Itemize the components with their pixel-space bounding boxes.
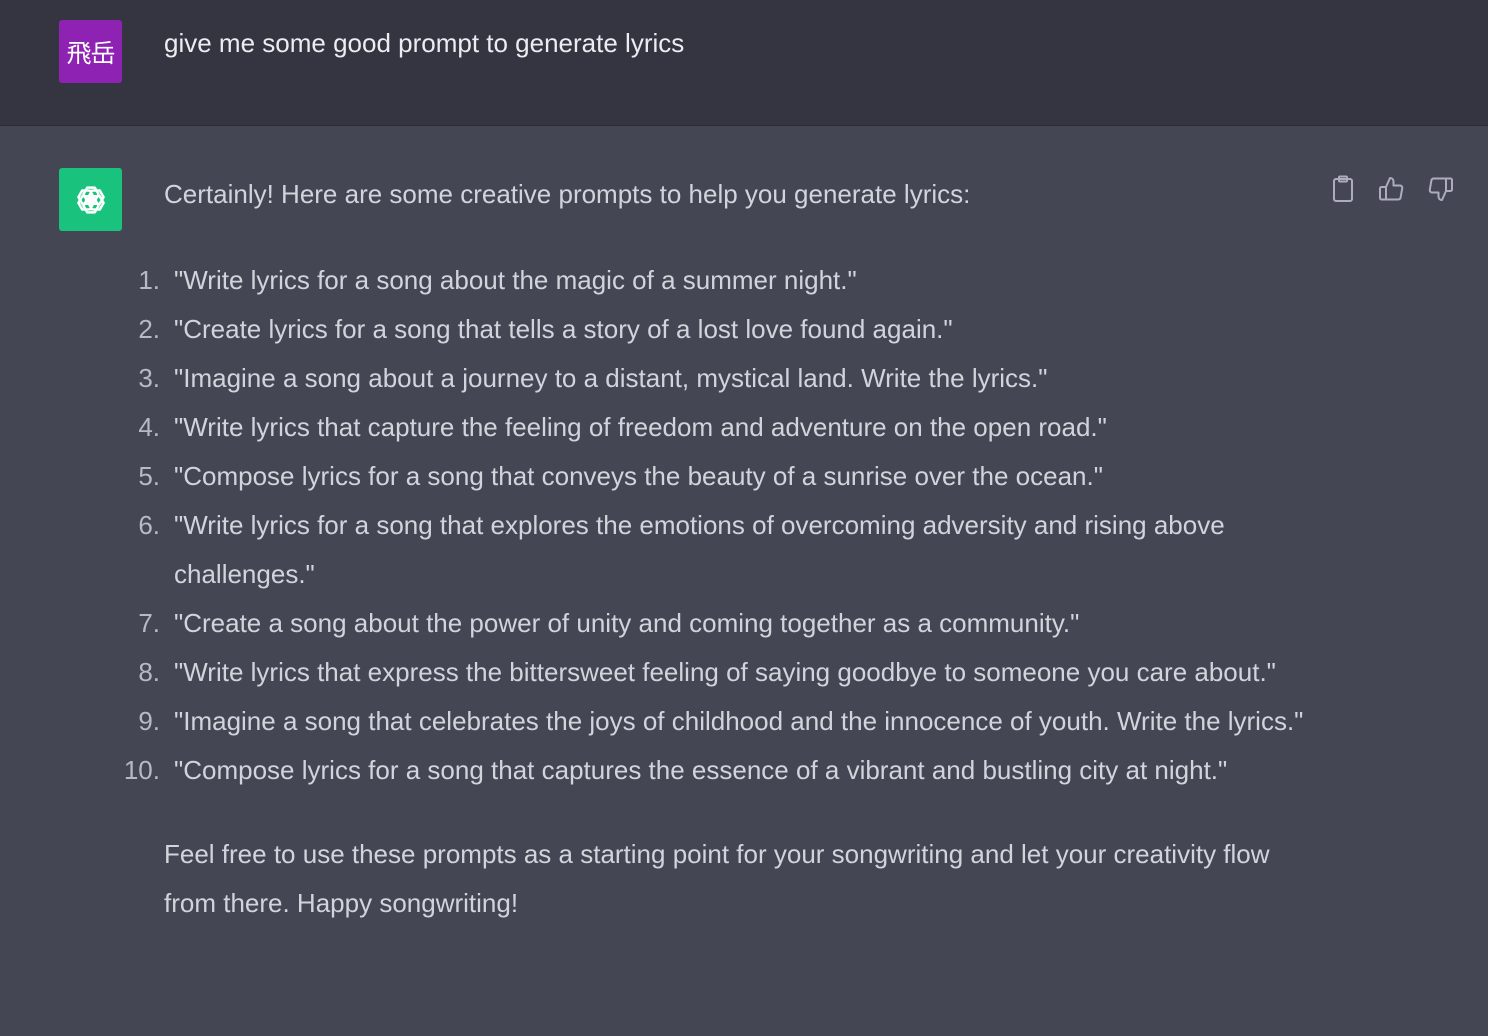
list-item-number: 1.	[138, 265, 160, 295]
message-actions	[1329, 174, 1454, 204]
prompt-list: 1. "Write lyrics for a song about the mag…	[124, 256, 1324, 795]
list-item: 8. "Write lyrics that express the bitters…	[138, 648, 1324, 697]
list-item-text: "Create a song about the power of unity …	[174, 608, 1080, 638]
list-item-number: 2.	[138, 314, 160, 344]
list-item-number: 3.	[138, 363, 160, 393]
thumbs-up-button[interactable]	[1378, 174, 1405, 204]
list-item-number: 10.	[123, 755, 160, 785]
list-item: 1. "Write lyrics for a song about the mag…	[138, 256, 1324, 305]
openai-logo-icon	[76, 185, 105, 214]
list-item-number: 9.	[138, 706, 160, 736]
list-item: 4. "Write lyrics that capture the feeling…	[138, 403, 1324, 452]
user-message-text: give me some good prompt to generate lyr…	[164, 28, 685, 58]
user-avatar: 飛岳	[59, 20, 122, 83]
list-item: 10. "Compose lyrics for a song that captu…	[124, 746, 1324, 795]
list-item-number: 8.	[138, 657, 160, 687]
list-item-number: 4.	[138, 412, 160, 442]
thumbs-down-icon	[1428, 177, 1453, 201]
list-item: 9. "Imagine a song that celebrates the jo…	[138, 697, 1324, 746]
list-item-number: 5.	[138, 461, 160, 491]
list-item-text: "Write lyrics for a song about the magic…	[174, 265, 857, 295]
assistant-message-row: Certainly! Here are some creative prompt…	[0, 126, 1488, 1036]
list-item-text: "Imagine a song that celebrates the joys…	[174, 706, 1304, 736]
list-item: 7. "Create a song about the power of unit…	[138, 599, 1324, 648]
list-item: 3. "Imagine a song about a journey to a d…	[138, 354, 1324, 403]
clipboard-icon	[1332, 175, 1353, 202]
list-item-text: "Write lyrics that capture the feeling o…	[174, 412, 1107, 442]
list-item-number: 7.	[138, 608, 160, 638]
list-item-text: "Compose lyrics for a song that captures…	[174, 755, 1228, 785]
assistant-message-body: Certainly! Here are some creative prompt…	[124, 174, 1324, 928]
thumbs-up-icon	[1379, 177, 1404, 201]
list-item-text: "Create lyrics for a song that tells a s…	[174, 314, 953, 344]
list-item-text: "Write lyrics for a song that explores t…	[174, 510, 1225, 589]
list-item: 6. "Write lyrics for a song that explores…	[138, 501, 1324, 599]
list-item-text: "Write lyrics that express the bitterswe…	[174, 657, 1276, 687]
thumbs-down-button[interactable]	[1427, 174, 1454, 204]
copy-button[interactable]	[1329, 174, 1356, 204]
list-item-number: 6.	[138, 510, 160, 540]
list-item-text: "Imagine a song about a journey to a dis…	[174, 363, 1048, 393]
list-item: 5. "Compose lyrics for a song that convey…	[138, 452, 1324, 501]
user-message-row: 飛岳 give me some good prompt to generate …	[0, 0, 1488, 126]
list-item-text: "Compose lyrics for a song that conveys …	[174, 461, 1103, 491]
assistant-avatar	[59, 168, 122, 231]
assistant-outro-text: Feel free to use these prompts as a star…	[164, 839, 1270, 918]
list-item: 2. "Create lyrics for a song that tells a…	[138, 305, 1324, 354]
assistant-intro-text: Certainly! Here are some creative prompt…	[164, 179, 971, 209]
